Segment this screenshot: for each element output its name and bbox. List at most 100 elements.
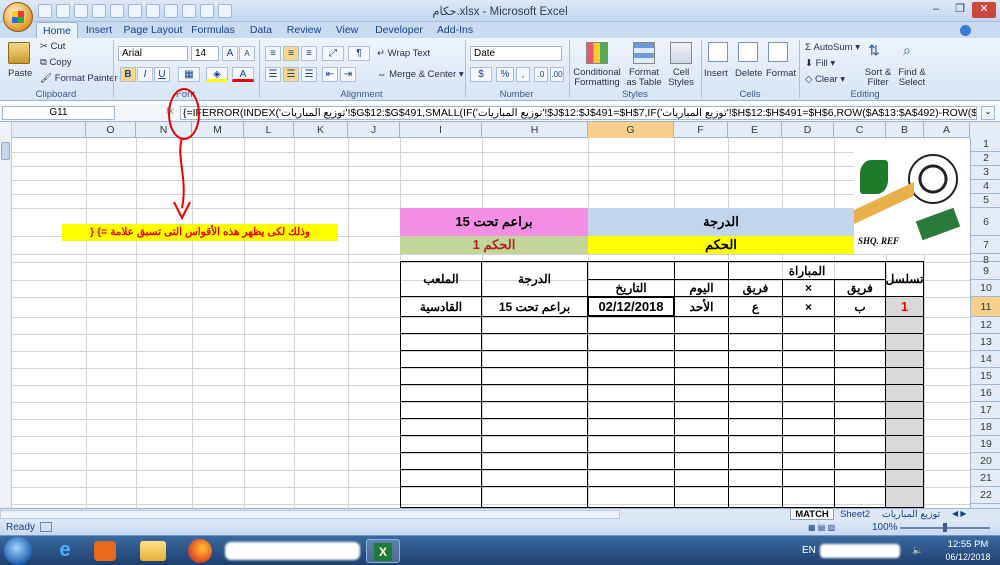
tab-view[interactable]: View [330, 22, 364, 38]
currency-button[interactable]: $ [470, 67, 492, 82]
table-cell[interactable] [782, 333, 835, 351]
excel-taskbar-button[interactable]: X [366, 539, 400, 563]
table-cell[interactable] [885, 452, 924, 470]
sort-filter-button[interactable]: Sort & Filter [862, 68, 894, 88]
table-cell[interactable] [834, 452, 886, 470]
formula-input[interactable]: {=IFERROR(INDEX('توزيع المباريات'!$G$12:… [180, 106, 977, 120]
column-header[interactable]: K [294, 122, 348, 138]
row-header[interactable]: 14 [971, 351, 1000, 368]
column-header[interactable]: B [886, 122, 924, 138]
table-cell[interactable] [400, 333, 482, 351]
table-cell[interactable] [834, 418, 886, 436]
column-header[interactable]: M [192, 122, 244, 138]
row-header[interactable]: 5 [971, 194, 1000, 208]
table-cell[interactable] [834, 367, 886, 385]
row-header[interactable]: 15 [971, 368, 1000, 385]
column-header[interactable]: I [400, 122, 482, 138]
table-cell[interactable] [481, 401, 588, 419]
increase-indent-icon[interactable]: ⇥ [340, 67, 356, 82]
align-center-icon[interactable]: ☰ [283, 67, 299, 82]
clear-button[interactable]: ◇ Clear ▾ [805, 74, 845, 85]
table-cell[interactable] [885, 384, 924, 402]
table-cell[interactable] [782, 316, 835, 334]
table-cell[interactable] [885, 350, 924, 368]
cell-x[interactable]: × [782, 296, 835, 317]
column-header[interactable]: C [834, 122, 886, 138]
table-cell[interactable] [834, 350, 886, 368]
paste-button[interactable]: Paste [8, 42, 32, 79]
table-cell[interactable] [400, 435, 482, 453]
autosum-button[interactable]: Σ AutoSum ▾ [805, 42, 860, 53]
conditional-formatting-button[interactable]: Conditional Formatting [572, 68, 622, 88]
font-name-select[interactable]: Arial [118, 46, 188, 61]
column-header[interactable] [12, 122, 86, 138]
language-indicator[interactable]: EN [802, 545, 816, 556]
table-cell[interactable] [674, 452, 729, 470]
format-as-table-button[interactable]: Format as Table [624, 68, 664, 88]
table-cell[interactable] [674, 435, 729, 453]
referee-label-cell[interactable]: الحكم [588, 236, 854, 254]
cell-styles-icon[interactable] [670, 42, 692, 64]
sort-filter-icon[interactable]: ⇅ [868, 42, 888, 62]
row-header-selected[interactable]: 11 [971, 297, 1000, 317]
font-color-icon[interactable]: A [232, 67, 254, 82]
table-cell[interactable] [834, 333, 886, 351]
table-cell[interactable] [728, 384, 783, 402]
sheet-tab-sheet2[interactable]: Sheet2 [836, 509, 874, 520]
table-cell[interactable] [481, 452, 588, 470]
table-cell[interactable] [834, 316, 886, 334]
align-top-icon[interactable]: ≡ [265, 46, 281, 61]
tab-page-layout[interactable]: Page Layout [122, 22, 184, 38]
office-button[interactable] [3, 2, 33, 32]
format-button[interactable]: Format [766, 68, 796, 79]
table-cell[interactable] [587, 435, 675, 453]
table-cell[interactable] [481, 333, 588, 351]
tab-developer[interactable]: Developer [372, 22, 426, 38]
table-cell[interactable] [481, 418, 588, 436]
column-header-selected[interactable]: G [588, 122, 674, 138]
table-cell[interactable] [674, 367, 729, 385]
table-cell[interactable] [782, 435, 835, 453]
align-bottom-icon[interactable]: ≡ [301, 46, 317, 61]
row-header[interactable]: 19 [971, 436, 1000, 453]
table-cell[interactable] [885, 367, 924, 385]
row-header[interactable]: 12 [971, 317, 1000, 334]
table-cell[interactable] [481, 316, 588, 334]
cell-serial[interactable]: 1 [885, 296, 924, 317]
table-cell[interactable] [587, 418, 675, 436]
grow-font-button[interactable]: A [222, 46, 238, 61]
find-select-button[interactable]: Find & Select [896, 68, 928, 88]
table-cell[interactable] [674, 469, 729, 487]
cut-button[interactable]: ✂ Cut [40, 41, 65, 52]
comma-button[interactable]: , [516, 67, 530, 82]
table-cell[interactable] [587, 486, 675, 508]
row-header[interactable]: 20 [971, 453, 1000, 470]
table-cell[interactable] [587, 367, 675, 385]
horizontal-scrollbar[interactable] [0, 510, 620, 519]
row-header[interactable]: 9 [971, 262, 1000, 280]
table-cell[interactable] [587, 316, 675, 334]
table-cell[interactable] [674, 486, 729, 508]
format-cells-icon[interactable] [768, 42, 788, 62]
cell-date-selected[interactable]: 02/12/2018 [587, 296, 675, 317]
borders-icon[interactable]: ▦ [178, 67, 200, 82]
percent-button[interactable]: % [496, 67, 514, 82]
decrease-indent-icon[interactable]: ⇤ [322, 67, 338, 82]
speaker-icon[interactable]: 🔈 [912, 545, 923, 556]
orientation-icon[interactable]: ⤢ [322, 46, 344, 61]
table-cell[interactable] [885, 418, 924, 436]
media-player-icon[interactable] [94, 541, 116, 561]
table-cell[interactable] [782, 469, 835, 487]
row-header[interactable]: 1 [971, 138, 1000, 152]
format-table-icon[interactable] [633, 42, 655, 64]
name-box[interactable]: G11 [2, 106, 115, 120]
table-cell[interactable] [587, 350, 675, 368]
wrap-text-button[interactable]: ↵ Wrap Text [377, 48, 430, 59]
table-cell[interactable] [834, 486, 886, 508]
table-cell[interactable] [674, 384, 729, 402]
bold-button[interactable]: B [120, 67, 136, 82]
tab-insert[interactable]: Insert [80, 22, 118, 38]
cell-team-b[interactable]: ب [834, 296, 886, 317]
insert-button[interactable]: Insert [704, 68, 728, 79]
table-cell[interactable] [400, 367, 482, 385]
